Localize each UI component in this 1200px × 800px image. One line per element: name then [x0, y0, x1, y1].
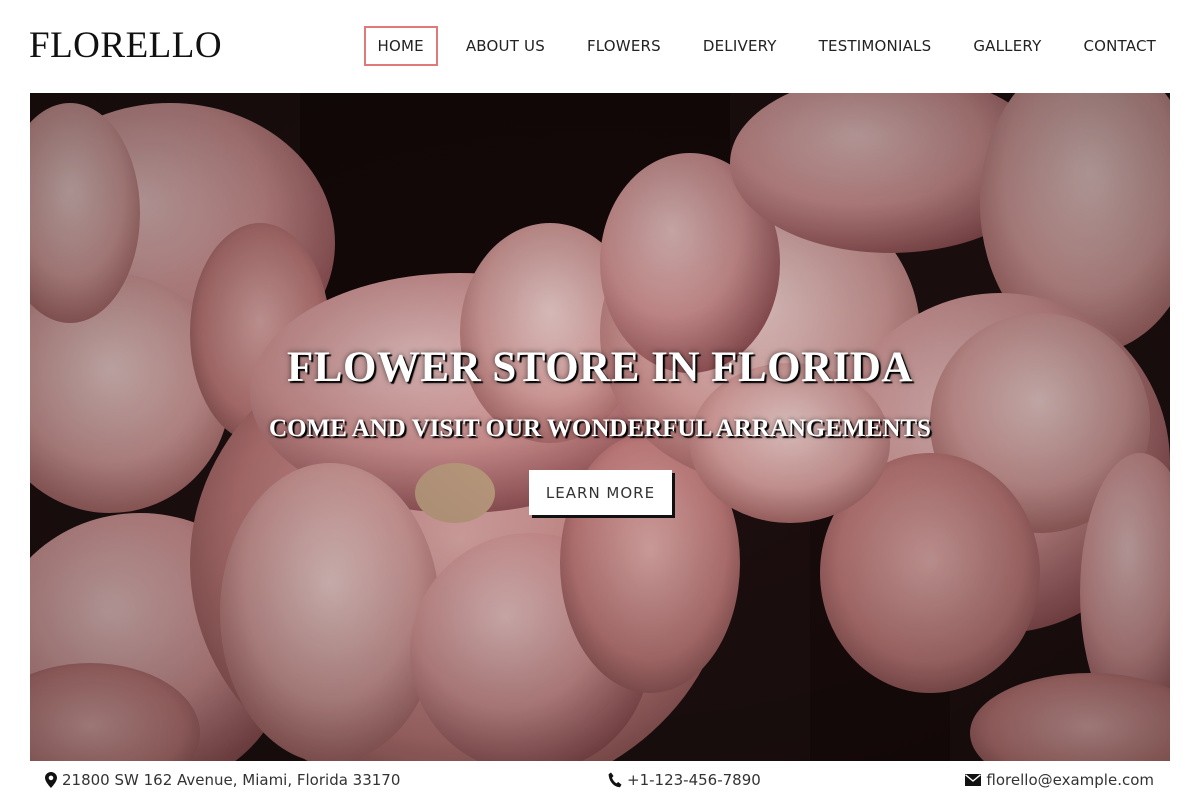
nav-gallery[interactable]: GALLERY [959, 26, 1055, 66]
contact-address: 21800 SW 162 Avenue, Miami, Florida 3317… [45, 771, 400, 789]
contact-bar: 21800 SW 162 Avenue, Miami, Florida 3317… [30, 761, 1170, 800]
phone-icon [608, 772, 622, 788]
hero-title: FLOWER STORE IN FLORIDA [287, 344, 913, 391]
map-marker-icon [45, 772, 57, 788]
email-text: florello@example.com [986, 771, 1154, 789]
site-header: FLORELLO HOME ABOUT US FLOWERS DELIVERY … [0, 0, 1200, 93]
nav-contact[interactable]: CONTACT [1069, 26, 1170, 66]
hero-subtitle: COME AND VISIT OUR WONDERFUL ARRANGEMENT… [269, 415, 931, 442]
nav-delivery[interactable]: DELIVERY [689, 26, 791, 66]
nav-home[interactable]: HOME [363, 26, 438, 66]
nav-flowers[interactable]: FLOWERS [573, 26, 675, 66]
contact-phone[interactable]: +1-123-456-7890 [608, 771, 761, 789]
site-logo[interactable]: FLORELLO [29, 26, 222, 66]
nav-about-us[interactable]: ABOUT US [452, 26, 559, 66]
address-text: 21800 SW 162 Avenue, Miami, Florida 3317… [62, 771, 401, 789]
contact-email[interactable]: florello@example.com [965, 771, 1154, 789]
hero-banner: FLOWER STORE IN FLORIDA COME AND VISIT O… [30, 93, 1170, 761]
phone-text: +1-123-456-7890 [627, 771, 761, 789]
main-nav: HOME ABOUT US FLOWERS DELIVERY TESTIMONI… [350, 26, 1170, 66]
learn-more-button[interactable]: LEARN MORE [529, 470, 672, 515]
envelope-icon [965, 774, 982, 786]
nav-testimonials[interactable]: TESTIMONIALS [805, 26, 946, 66]
